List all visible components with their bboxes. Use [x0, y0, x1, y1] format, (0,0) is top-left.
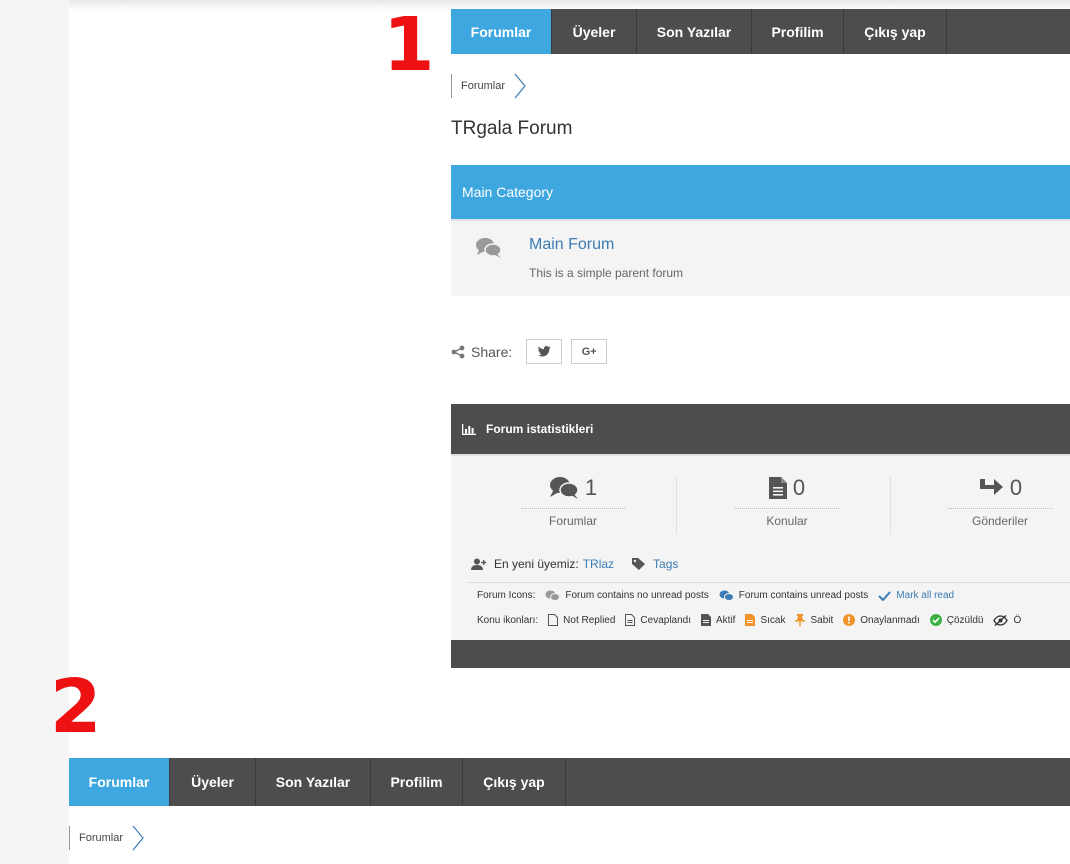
forum-icons-label: Forum Icons: — [477, 590, 536, 601]
stats-header: Forum istatistikleri — [451, 404, 1070, 454]
eye-slash-icon — [993, 614, 1009, 626]
breadcrumb-link[interactable]: Forumlar — [461, 80, 505, 92]
stat-topics-count: 0 — [792, 475, 806, 500]
main-nav-top: Forumlar Üyeler Son Yazılar Profilim Çık… — [451, 9, 1070, 54]
topic-icons-label: Konu ikonları: — [477, 614, 539, 626]
google-share-button[interactable]: G+ — [571, 339, 608, 364]
forum-read-icon — [476, 238, 502, 258]
stat-forums-count: 1 — [584, 475, 598, 500]
legend-unapproved: Onaylanmadı — [843, 614, 920, 626]
tag-icon — [632, 558, 646, 570]
breadcrumb: Forumlar — [451, 73, 527, 99]
legend-sticky: Sabit — [795, 614, 833, 626]
nav-item-son-yazilar[interactable]: Son Yazılar — [256, 758, 371, 806]
nav-item-uyeler[interactable]: Üyeler — [552, 9, 637, 54]
legend-hot: Sıcak — [745, 614, 785, 626]
stats-footer — [451, 640, 1070, 668]
category-header: Main Category — [451, 165, 1070, 219]
forum-row: Main Forum This is a simple parent forum — [451, 219, 1070, 296]
comments-unread-icon — [719, 590, 734, 601]
forum-name-link[interactable]: Main Forum — [529, 236, 614, 254]
file-hot-icon — [745, 614, 756, 626]
stat-replies-count: 0 — [1009, 475, 1023, 500]
user-plus-icon — [471, 558, 487, 570]
stats-body: 1 Forumlar 0 Konular 0 Gönderiler En yen… — [451, 454, 1070, 640]
nav-item-son-yazilar[interactable]: Son Yazılar — [637, 9, 752, 54]
nav-item-profilim[interactable]: Profilim — [371, 758, 463, 806]
stat-topics: 0 Konular — [681, 472, 893, 534]
chevron-right-icon — [514, 73, 526, 99]
share-label: Share: — [471, 343, 513, 360]
comments-icon — [549, 477, 579, 499]
twitter-icon — [537, 346, 551, 357]
share-icon — [451, 345, 465, 358]
checkmark-icon — [878, 590, 892, 601]
stat-topics-label: Konular — [766, 514, 808, 528]
legend-active: Aktif — [701, 614, 735, 626]
legend-unread: Forum contains unread posts — [719, 590, 868, 601]
page-title: TRgala Forum — [451, 118, 573, 139]
pin-icon — [795, 614, 806, 626]
bar-chart-icon — [462, 423, 476, 435]
stat-forums-label: Forumlar — [548, 514, 597, 528]
forum-icons-legend: Forum Icons: Forum contains no unread po… — [477, 590, 964, 601]
main-nav-bottom: Forumlar Üyeler Son Yazılar Profilim Çık… — [69, 758, 1070, 806]
nav-item-profilim[interactable]: Profilim — [752, 9, 844, 54]
legend-not-replied: Not Replied — [548, 614, 615, 626]
share-bar: Share: G+ — [451, 339, 616, 364]
file-solid-icon — [701, 614, 712, 626]
breadcrumb: Forumlar — [69, 825, 145, 851]
nav-item-uyeler[interactable]: Üyeler — [170, 758, 256, 806]
stat-replies: 0 Gönderiler — [894, 472, 1070, 534]
topic-icons-legend: Konu ikonları: Not Replied Cevaplandı Ak… — [477, 614, 1031, 626]
file-text-outline-icon — [625, 614, 636, 626]
check-circle-icon — [929, 614, 942, 626]
forum-description: This is a simple parent forum — [529, 266, 684, 280]
legend-private: Ö — [993, 614, 1021, 626]
exclamation-circle-icon — [843, 614, 856, 626]
nav-item-cikis[interactable]: Çıkış yap — [463, 758, 566, 806]
stat-replies-label: Gönderiler — [971, 514, 1029, 528]
newest-member: En yeni üyemiz: TRlaz Tags — [471, 557, 678, 571]
nav-item-forumlar[interactable]: Forumlar — [451, 9, 552, 54]
marker-two: 2 — [50, 664, 102, 750]
twitter-share-button[interactable] — [526, 339, 563, 364]
legend-solved: Çözüldü — [929, 614, 983, 626]
newest-member-link[interactable]: TRlaz — [583, 557, 614, 571]
google-plus-label: G+ — [581, 345, 597, 358]
chevron-right-icon — [132, 825, 144, 851]
legend-replied: Cevaplandı — [625, 614, 691, 626]
breadcrumb-link[interactable]: Forumlar — [79, 832, 123, 844]
category-title[interactable]: Main Category — [462, 184, 553, 200]
newest-member-label: En yeni üyemiz: — [494, 557, 579, 571]
nav-item-cikis[interactable]: Çıkış yap — [844, 9, 947, 54]
stat-forums: 1 Forumlar — [467, 472, 679, 534]
legend-no-unread: Forum contains no unread posts — [545, 590, 709, 601]
document-icon — [768, 477, 787, 499]
tags-link[interactable]: Tags — [653, 557, 678, 571]
comments-read-icon — [545, 590, 561, 601]
stats-title: Forum istatistikleri — [486, 422, 594, 436]
marker-one: 1 — [383, 2, 435, 88]
reply-arrow-icon — [979, 479, 1003, 495]
mark-all-read-link[interactable]: Mark all read — [878, 590, 954, 601]
nav-item-forumlar[interactable]: Forumlar — [69, 758, 170, 806]
file-outline-icon — [548, 614, 559, 626]
